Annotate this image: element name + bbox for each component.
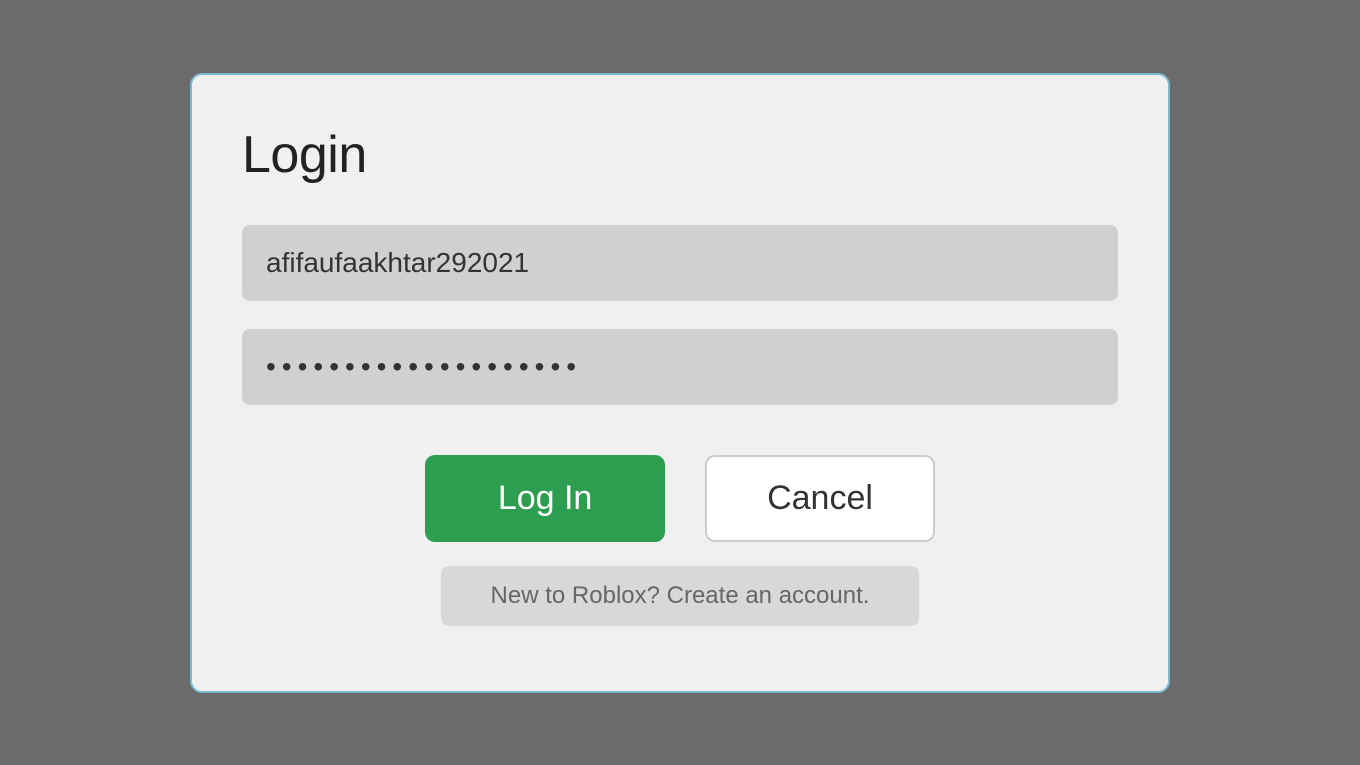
create-account-button[interactable]: New to Roblox? Create an account. <box>441 566 920 626</box>
login-dialog: Login Log In Cancel New to Roblox? Creat… <box>190 73 1170 693</box>
dialog-title: Login <box>242 125 1118 185</box>
login-button[interactable]: Log In <box>425 455 665 542</box>
create-account-row: New to Roblox? Create an account. <box>242 566 1118 626</box>
action-buttons: Log In Cancel <box>242 455 1118 542</box>
password-input[interactable] <box>242 329 1118 405</box>
username-input[interactable] <box>242 225 1118 301</box>
cancel-button[interactable]: Cancel <box>705 455 935 542</box>
